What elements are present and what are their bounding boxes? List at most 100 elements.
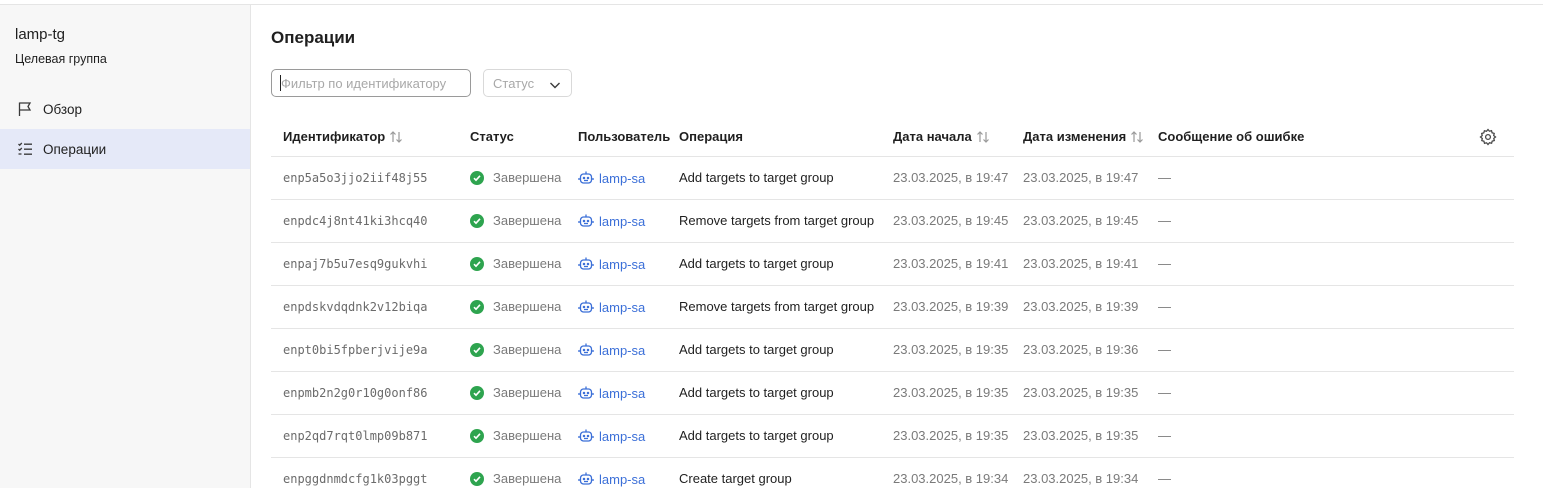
operation-id: enpdc4j8nt41ki3hcq40 <box>283 214 428 228</box>
error-message: — <box>1158 342 1171 357</box>
operation-id: enpmb2n2g0r10g0onf86 <box>283 386 428 400</box>
robot-icon <box>578 170 594 186</box>
robot-icon <box>578 428 594 444</box>
error-message: — <box>1158 213 1171 228</box>
user-link[interactable]: lamp-sa <box>578 342 645 358</box>
user-name: lamp-sa <box>599 342 646 358</box>
table-row[interactable]: enpdc4j8nt41ki3hcq40 Завершена lamp-sa R… <box>271 200 1514 243</box>
error-message: — <box>1158 299 1171 314</box>
start-date: 23.03.2025, в 19:47 <box>893 170 1009 185</box>
table-row[interactable]: enpaj7b5u7esq9gukvhi Завершена lamp-sa A… <box>271 243 1514 286</box>
operation-id: enpggdnmdcfg1k03pggt <box>283 472 428 486</box>
operation-description: Remove targets from target group <box>679 299 875 314</box>
column-header-label: Дата изменения <box>1023 129 1127 144</box>
user-link[interactable]: lamp-sa <box>578 471 645 487</box>
check-circle-icon <box>470 342 484 357</box>
column-header-modified[interactable]: Дата изменения <box>1023 129 1144 144</box>
operation-description: Create target group <box>679 471 792 486</box>
column-header-status: Статус <box>470 129 514 144</box>
chevron-down-icon <box>549 78 561 89</box>
sort-icon[interactable] <box>1130 130 1144 143</box>
status-select-label: Статус <box>493 75 535 91</box>
modified-date: 23.03.2025, в 19:36 <box>1023 342 1139 357</box>
flag-icon <box>16 100 34 118</box>
status-text: Завершена <box>493 256 562 271</box>
status-cell: Завершена <box>470 471 561 486</box>
start-date: 23.03.2025, в 19:41 <box>893 256 1009 271</box>
resource-name: lamp-tg <box>15 26 66 43</box>
operation-description: Add targets to target group <box>679 342 834 357</box>
modified-date: 23.03.2025, в 19:35 <box>1023 428 1139 443</box>
column-header-start[interactable]: Дата начала <box>893 129 990 144</box>
user-link[interactable]: lamp-sa <box>578 299 645 315</box>
check-circle-icon <box>470 170 484 185</box>
table-row[interactable]: enpggdnmdcfg1k03pggt Завершена lamp-sa C… <box>271 458 1514 488</box>
column-header-label: Идентификатор <box>283 129 386 144</box>
status-text: Завершена <box>493 213 562 228</box>
status-text: Завершена <box>493 170 562 185</box>
status-cell: Завершена <box>470 213 561 228</box>
operation-id: enp5a5o3jjo2iif48j55 <box>283 171 428 185</box>
modified-date: 23.03.2025, в 19:41 <box>1023 256 1139 271</box>
gear-icon[interactable] <box>1479 128 1497 146</box>
column-header-id[interactable]: Идентификатор <box>283 129 403 144</box>
robot-icon <box>578 213 594 229</box>
user-name: lamp-sa <box>599 385 646 401</box>
table-row[interactable]: enpmb2n2g0r10g0onf86 Завершена lamp-sa A… <box>271 372 1514 415</box>
error-message: — <box>1158 428 1171 443</box>
checklist-icon <box>16 140 34 158</box>
user-name: lamp-sa <box>599 213 646 229</box>
sidebar-item-overview[interactable]: Обзор <box>0 89 250 129</box>
check-circle-icon <box>470 385 484 400</box>
column-header-label: Дата начала <box>893 129 972 144</box>
start-date: 23.03.2025, в 19:34 <box>893 471 1009 486</box>
sort-icon[interactable] <box>389 130 403 143</box>
robot-icon <box>578 385 594 401</box>
check-circle-icon <box>470 213 484 228</box>
operation-id: enpt0bi5fpberjvije9a <box>283 343 428 357</box>
operation-description: Add targets to target group <box>679 256 834 271</box>
error-message: — <box>1158 385 1171 400</box>
id-filter-input[interactable] <box>271 69 471 97</box>
user-link[interactable]: lamp-sa <box>578 385 645 401</box>
robot-icon <box>578 256 594 272</box>
sidebar-item-operations[interactable]: Операции <box>0 129 250 169</box>
modified-date: 23.03.2025, в 19:47 <box>1023 170 1139 185</box>
user-name: lamp-sa <box>599 299 646 315</box>
error-message: — <box>1158 170 1171 185</box>
sidebar-item-label: Операции <box>43 141 107 157</box>
status-cell: Завершена <box>470 342 561 357</box>
operation-id: enpaj7b5u7esq9gukvhi <box>283 257 428 271</box>
operations-table: Идентификатор Статус Пользователь Операц… <box>271 117 1514 488</box>
sort-icon[interactable] <box>976 130 990 143</box>
table-row[interactable]: enp5a5o3jjo2iif48j55 Завершена lamp-sa A… <box>271 157 1514 200</box>
operation-id: enp2qd7rqt0lmp09b871 <box>283 429 428 443</box>
table-row[interactable]: enpdskvdqdnk2v12biqa Завершена lamp-sa R… <box>271 286 1514 329</box>
start-date: 23.03.2025, в 19:35 <box>893 428 1009 443</box>
user-link[interactable]: lamp-sa <box>578 213 645 229</box>
start-date: 23.03.2025, в 19:35 <box>893 342 1009 357</box>
modified-date: 23.03.2025, в 19:35 <box>1023 385 1139 400</box>
user-link[interactable]: lamp-sa <box>578 256 645 272</box>
operation-description: Add targets to target group <box>679 385 834 400</box>
table-row[interactable]: enpt0bi5fpberjvije9a Завершена lamp-sa A… <box>271 329 1514 372</box>
check-circle-icon <box>470 428 484 443</box>
sidebar-item-label: Обзор <box>43 101 82 117</box>
error-message: — <box>1158 256 1171 271</box>
user-link[interactable]: lamp-sa <box>578 170 645 186</box>
table-body: enp5a5o3jjo2iif48j55 Завершена lamp-sa A… <box>271 157 1514 488</box>
user-link[interactable]: lamp-sa <box>578 428 645 444</box>
status-text: Завершена <box>493 385 562 400</box>
start-date: 23.03.2025, в 19:35 <box>893 385 1009 400</box>
status-cell: Завершена <box>470 256 561 271</box>
modified-date: 23.03.2025, в 19:34 <box>1023 471 1139 486</box>
status-filter-select[interactable]: Статус <box>483 69 572 97</box>
modified-date: 23.03.2025, в 19:39 <box>1023 299 1139 314</box>
check-circle-icon <box>470 256 484 271</box>
status-cell: Завершена <box>470 428 561 443</box>
status-text: Завершена <box>493 428 562 443</box>
table-row[interactable]: enp2qd7rqt0lmp09b871 Завершена lamp-sa A… <box>271 415 1514 458</box>
page-title: Операции <box>271 28 356 47</box>
status-text: Завершена <box>493 471 562 486</box>
check-circle-icon <box>470 299 484 314</box>
